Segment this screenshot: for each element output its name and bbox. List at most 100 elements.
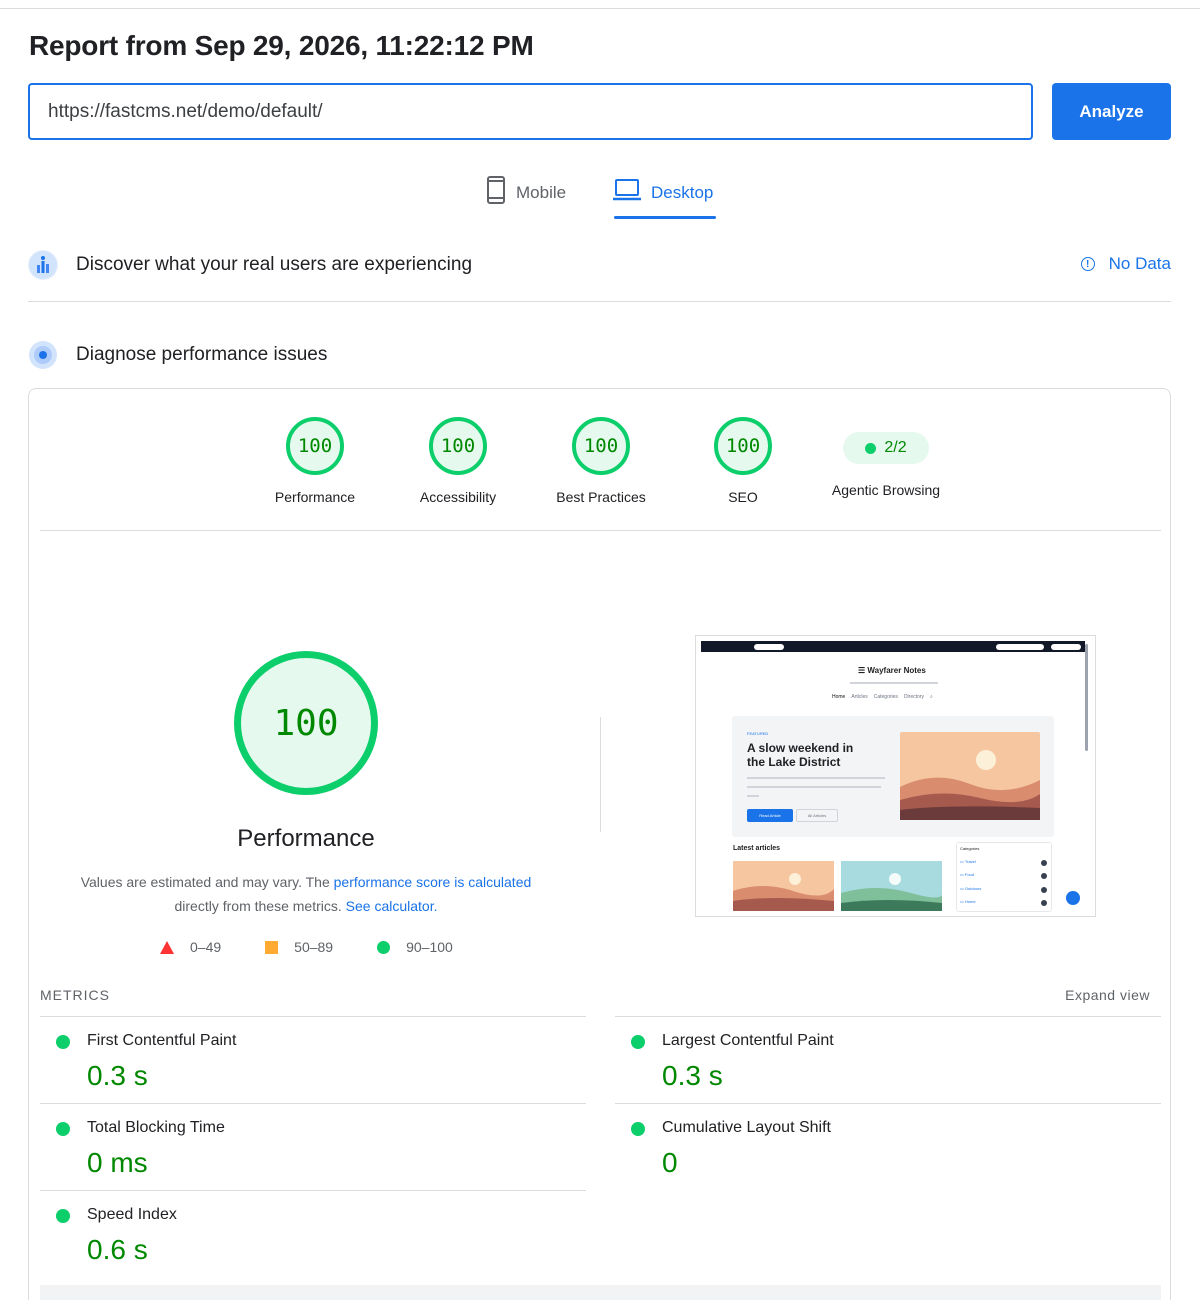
metric-value: 0.3 s: [87, 1060, 148, 1091]
count-badge: [1041, 860, 1047, 866]
pass-dot-icon: [631, 1122, 645, 1136]
nav-item: Home: [832, 694, 846, 700]
tab-mobile[interactable]: Mobile: [486, 176, 566, 220]
legend-pass: 90–100: [377, 939, 453, 955]
desc-text: Values are estimated and may vary. The: [80, 874, 334, 890]
gauge-label: SEO: [728, 489, 758, 505]
count-badge: [1041, 900, 1047, 906]
metric-name: Speed Index: [87, 1206, 177, 1223]
no-data-label: No Data: [1108, 254, 1171, 273]
tab-desktop-label: Desktop: [651, 183, 714, 202]
metric-name: First Contentful Paint: [87, 1032, 237, 1049]
metric-speed-index: Speed Index 0.6 s: [40, 1190, 586, 1277]
metric-name: Largest Contentful Paint: [662, 1032, 834, 1049]
see-calculator-link[interactable]: See calculator.: [346, 898, 438, 914]
screenshot-select: [754, 644, 784, 650]
legend-average-label: 50–89: [294, 939, 334, 955]
all-articles-button: All Articles: [796, 809, 838, 822]
score-calculated-link[interactable]: performance score is calculated: [334, 874, 532, 890]
featured-text-line: [747, 795, 759, 797]
gauge-agentic-browsing[interactable]: 2/2 Agentic Browsing: [811, 417, 961, 498]
top-divider: [0, 8, 1200, 9]
pass-dot-icon: [865, 442, 877, 454]
bottom-strip: [40, 1285, 1161, 1300]
no-data-status[interactable]: ! No Data: [1080, 254, 1171, 274]
legend-fail-label: 0–49: [190, 939, 222, 955]
analyze-button[interactable]: Analyze: [1052, 83, 1171, 140]
diagnose-title: Diagnose performance issues: [76, 344, 328, 365]
section-divider: [28, 301, 1171, 302]
metric-name: Cumulative Layout Shift: [662, 1119, 831, 1136]
tab-mobile-label: Mobile: [516, 183, 567, 202]
category-item: ▭ Food: [960, 872, 974, 877]
metric-total-blocking-time: Total Blocking Time 0 ms: [40, 1103, 586, 1190]
article-thumbnail-image: [733, 861, 834, 911]
latest-articles-label: Latest articles: [733, 845, 781, 852]
category-gauges: 100 Performance 100 Accessibility 100 Be…: [29, 417, 1172, 517]
desc-text: directly from these metrics.: [174, 898, 346, 914]
vertical-divider: [600, 717, 601, 832]
category-item: ▭ Travel: [960, 859, 976, 864]
screenshot-scrollbar: [1085, 644, 1088, 751]
pass-dot-icon: [56, 1035, 70, 1049]
gauge-accessibility[interactable]: 100 Accessibility: [383, 417, 533, 505]
pass-dot-icon: [631, 1035, 645, 1049]
mobile-phone-icon: [486, 176, 506, 209]
gauge-seo[interactable]: 100 SEO: [668, 417, 818, 505]
gauges-divider: [40, 530, 1161, 531]
pass-dot-icon: [56, 1122, 70, 1136]
score-legend: 0–49 50–89 90–100: [160, 939, 497, 955]
pass-dot-icon: [56, 1209, 70, 1223]
menu-icon: ☰: [858, 666, 868, 675]
field-data-title: Discover what your real users are experi…: [76, 254, 473, 275]
performance-main-gauge: 100: [234, 651, 378, 795]
read-article-button: Read Article: [747, 809, 793, 822]
featured-text-line: [747, 786, 881, 788]
legend-average: 50–89: [265, 939, 333, 955]
gauge-label: Performance: [274, 489, 356, 505]
nav-item: Articles: [851, 694, 868, 700]
legend-pass-label: 90–100: [406, 939, 453, 955]
category-item: ▭ Home: [960, 899, 976, 904]
screenshot-chip: [996, 644, 1044, 650]
diagnose-section: Diagnose performance issues: [28, 335, 1171, 375]
nav-item: Directory: [903, 694, 924, 700]
gauge-label: Best Practices: [556, 489, 646, 505]
pass-circle-icon: [377, 940, 391, 954]
legend-fail: 0–49: [160, 939, 221, 955]
fail-triangle-icon: [160, 940, 174, 954]
gauge-score: 100: [286, 417, 344, 475]
tab-desktop[interactable]: Desktop: [613, 176, 716, 220]
article-thumbnail-image: [841, 861, 942, 911]
screenshot-site-title: ☰ Wayfarer Notes: [858, 666, 926, 675]
metrics-section-label: METRICS: [40, 987, 110, 1003]
gauge-performance[interactable]: 100 Performance: [240, 417, 390, 505]
site-title-text: Wayfarer Notes: [867, 666, 926, 675]
featured-text-line: [747, 777, 885, 779]
metric-value: 0: [662, 1147, 678, 1178]
metric-value: 0.6 s: [87, 1234, 148, 1265]
featured-title-2: the Lake District: [747, 755, 841, 769]
lighthouse-icon: [28, 340, 58, 370]
screenshot-chip: [1051, 644, 1081, 650]
expand-view-toggle[interactable]: Expand view: [1065, 987, 1150, 1003]
gauge-label: Agentic Browsing: [831, 482, 941, 498]
category-label: Home: [964, 899, 976, 904]
final-screenshot[interactable]: ☰ Wayfarer Notes Home Articles Categories D…: [695, 635, 1096, 917]
count-badge: [1041, 873, 1047, 879]
metric-largest-contentful-paint: Largest Contentful Paint 0.3 s: [615, 1016, 1161, 1103]
metric-name: Total Blocking Time: [87, 1119, 225, 1136]
screenshot-nav: Home Articles Categories Directory ⌕: [832, 694, 933, 700]
laptop-icon: [613, 176, 641, 207]
category-item: ▭ Outdoors: [960, 886, 981, 891]
tab-active-indicator: [614, 216, 716, 219]
agentic-score-pill: 2/2: [843, 432, 929, 464]
count-badge: [1041, 887, 1047, 893]
agentic-score: 2/2: [884, 439, 907, 456]
gauge-best-practices[interactable]: 100 Best Practices: [526, 417, 676, 505]
search-icon: ⌕: [929, 694, 933, 700]
metric-value: 0 ms: [87, 1147, 148, 1178]
gauge-score: 100: [429, 417, 487, 475]
featured-title-1: A slow weekend in: [747, 741, 854, 755]
url-input[interactable]: [28, 83, 1033, 140]
